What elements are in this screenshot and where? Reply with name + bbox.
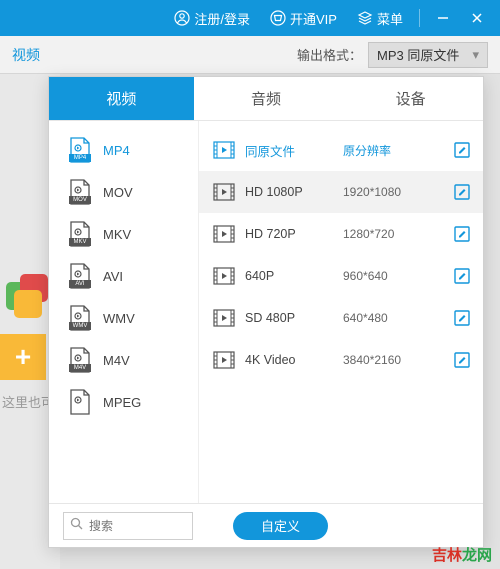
title-bar: 注册/登录 开通VIP 菜单 [0, 0, 500, 36]
close-button[interactable] [462, 3, 492, 33]
format-item-wmv[interactable]: WMV WMV [49, 297, 198, 339]
format-item-m4v[interactable]: M4V M4V [49, 339, 198, 381]
file-icon: M4V [69, 347, 91, 373]
resolution-item[interactable]: 同原文件 原分辨率 [199, 129, 483, 171]
vip-link[interactable]: 开通VIP [262, 5, 345, 32]
format-label: MPEG [103, 395, 141, 410]
tab-video[interactable]: 视频 [49, 77, 194, 120]
minimize-button[interactable] [428, 3, 458, 33]
resolution-label: 同原文件 [245, 141, 333, 160]
menu-link[interactable]: 菜单 [349, 5, 411, 32]
format-item-avi[interactable]: AVI AVI [49, 255, 198, 297]
format-item-mov[interactable]: MOV MOV [49, 171, 198, 213]
file-icon: MKV [69, 221, 91, 247]
format-label: MOV [103, 185, 133, 200]
panel-tabs: 视频 音频 设备 [49, 77, 483, 121]
film-icon [213, 225, 235, 243]
drag-hint-text: 这里也可 [2, 392, 54, 411]
apps-icon [6, 274, 54, 322]
film-icon [213, 183, 235, 201]
resolution-dimensions: 1920*1080 [343, 185, 441, 199]
panel-footer: 自定义 [49, 503, 483, 547]
output-format-label: 输出格式： [297, 45, 362, 64]
chevron-down-icon: ▾ [472, 47, 479, 63]
edit-button[interactable] [451, 265, 473, 287]
custom-button[interactable]: 自定义 [233, 512, 328, 540]
format-label: WMV [103, 311, 135, 326]
resolution-list: 同原文件 原分辨率 HD 1080P 1920*1080 HD 720P 128… [199, 121, 483, 503]
format-panel: 视频 音频 设备 MP4 MP4 MOV MOV MKV MKV AVI AVI… [48, 76, 484, 548]
file-icon: AVI [69, 263, 91, 289]
resolution-item[interactable]: 640P 960*640 [199, 255, 483, 297]
search-box[interactable] [63, 512, 193, 540]
resolution-label: SD 480P [245, 311, 333, 325]
file-icon: MP4 [69, 137, 91, 163]
menu-label: 菜单 [377, 9, 403, 28]
edit-button[interactable] [451, 181, 473, 203]
film-icon [213, 351, 235, 369]
login-label: 注册/登录 [194, 9, 250, 28]
resolution-dimensions: 3840*2160 [343, 353, 441, 367]
film-icon [213, 309, 235, 327]
cart-icon [270, 10, 286, 26]
output-format-select[interactable]: MP3 同原文件 ▾ [368, 42, 488, 68]
file-icon: MOV [69, 179, 91, 205]
format-label: AVI [103, 269, 123, 284]
sub-bar: 视频 输出格式： MP3 同原文件 ▾ [0, 36, 500, 74]
add-file-button[interactable]: + [0, 334, 46, 380]
watermark: 吉林龙网 吉林龙网 [432, 544, 492, 565]
format-item-mpeg[interactable]: MPEG [49, 381, 198, 423]
resolution-item[interactable]: HD 1080P 1920*1080 [199, 171, 483, 213]
resolution-item[interactable]: 4K Video 3840*2160 [199, 339, 483, 381]
format-label: MP4 [103, 143, 130, 158]
film-icon [213, 267, 235, 285]
login-link[interactable]: 注册/登录 [166, 5, 258, 32]
format-list: MP4 MP4 MOV MOV MKV MKV AVI AVI WMV WMV … [49, 121, 199, 503]
format-label: MKV [103, 227, 131, 242]
resolution-dimensions: 原分辨率 [343, 142, 441, 159]
tab-device[interactable]: 设备 [338, 77, 483, 120]
resolution-dimensions: 1280*720 [343, 227, 441, 241]
divider [419, 9, 420, 27]
output-format-value: MP3 同原文件 [377, 45, 459, 64]
stack-icon [357, 10, 373, 26]
search-input[interactable] [89, 519, 186, 533]
format-item-mkv[interactable]: MKV MKV [49, 213, 198, 255]
resolution-label: HD 720P [245, 227, 333, 241]
resolution-dimensions: 960*640 [343, 269, 441, 283]
format-label: M4V [103, 353, 130, 368]
edit-button[interactable] [451, 307, 473, 329]
tab-audio[interactable]: 音频 [194, 77, 339, 120]
resolution-label: 4K Video [245, 353, 333, 367]
file-icon [69, 389, 91, 415]
edit-button[interactable] [451, 223, 473, 245]
search-icon [70, 517, 83, 535]
resolution-label: 640P [245, 269, 333, 283]
edit-button[interactable] [451, 139, 473, 161]
subbar-video-tab[interactable]: 视频 [12, 45, 40, 65]
resolution-item[interactable]: HD 720P 1280*720 [199, 213, 483, 255]
file-icon: WMV [69, 305, 91, 331]
resolution-item[interactable]: SD 480P 640*480 [199, 297, 483, 339]
edit-button[interactable] [451, 349, 473, 371]
user-icon [174, 10, 190, 26]
resolution-label: HD 1080P [245, 185, 333, 199]
format-item-mp4[interactable]: MP4 MP4 [49, 129, 198, 171]
resolution-dimensions: 640*480 [343, 311, 441, 325]
film-icon [213, 141, 235, 159]
vip-label: 开通VIP [290, 9, 337, 28]
